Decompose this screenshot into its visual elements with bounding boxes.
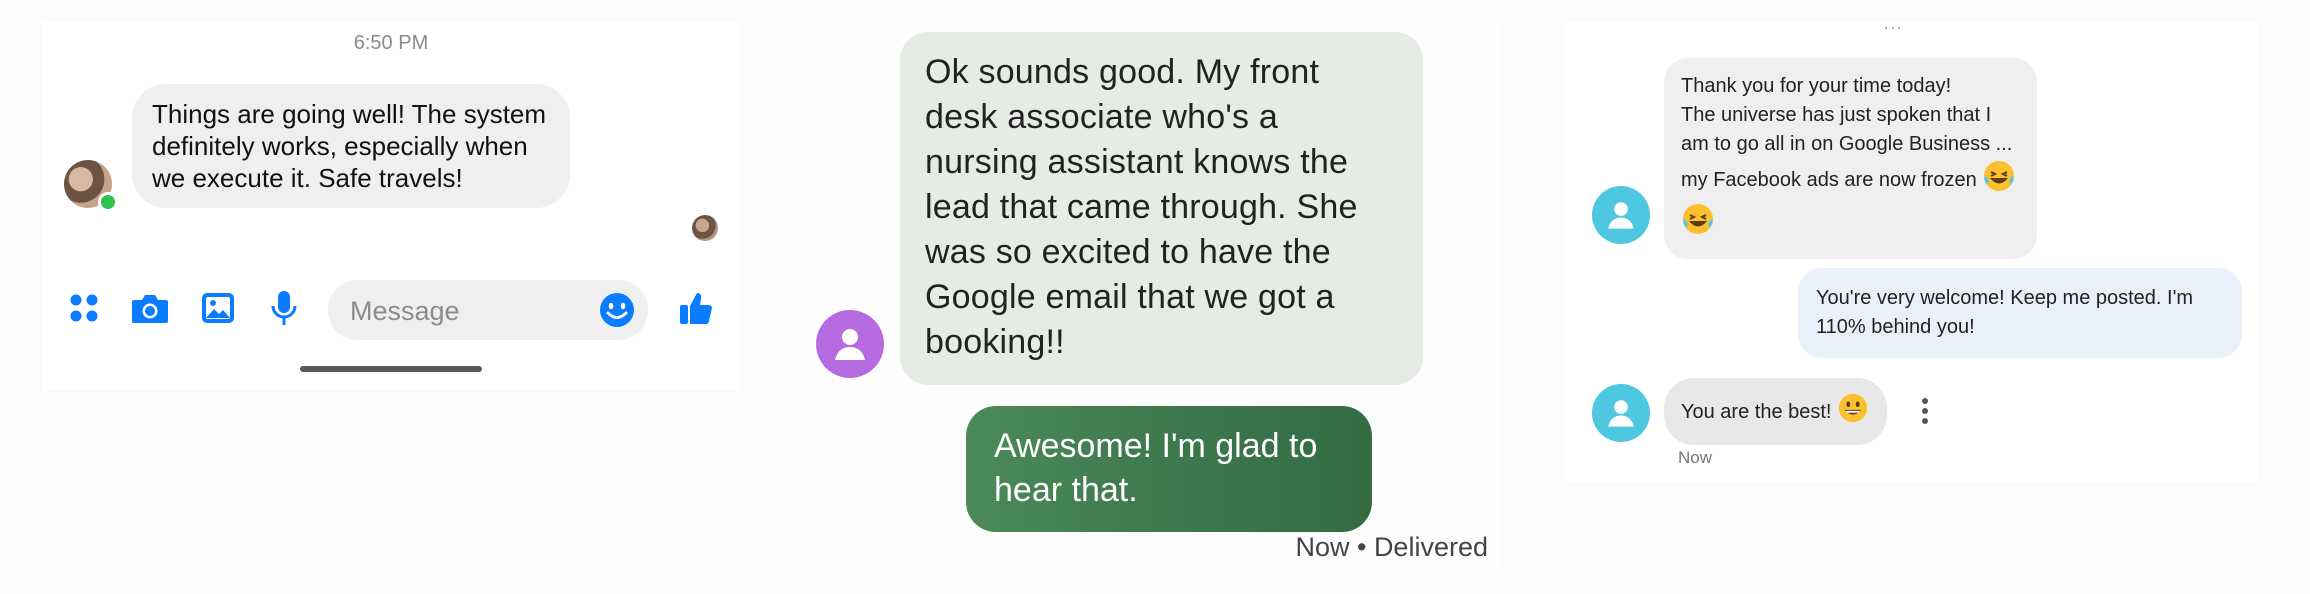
message-timestamp: Now — [1678, 448, 1713, 467]
menu-grid-icon[interactable] — [62, 286, 106, 330]
messenger-chat-panel: 6:50 PM Things are going well! The syste… — [42, 22, 740, 390]
message-line: The universe has just spoken that I — [1681, 104, 1992, 126]
message-timestamp: 6:50 PM — [353, 32, 429, 54]
person-icon — [835, 329, 865, 360]
message-line-emoji — [1681, 202, 2021, 245]
sms-chat-panel-large: Ok sounds good. My front desk associate … — [800, 22, 1500, 568]
gallery-icon[interactable] — [196, 286, 240, 330]
incoming-message-bubble[interactable]: Things are going well! The system defini… — [132, 84, 570, 208]
message-line: Thank you for your time today! — [1681, 75, 1952, 97]
truncated-timestamp: ... — [1884, 16, 1904, 33]
contact-avatar[interactable] — [816, 310, 884, 378]
sms-chat-panel-small: ... Thank you for your time today! The u… — [1564, 16, 2258, 482]
message-line: am to go all in on Google Business ... — [1681, 133, 2013, 155]
read-receipt-avatar — [692, 215, 718, 241]
message-input[interactable] — [348, 290, 592, 332]
composer-toolbar — [42, 274, 740, 344]
contact-avatar[interactable] — [1592, 384, 1650, 442]
message-line-with-emoji: my Facebook ads are now frozen — [1681, 159, 2021, 202]
outgoing-message-bubble[interactable]: You're very welcome! Keep me posted. I'm… — [1798, 268, 2242, 358]
camera-icon[interactable] — [128, 286, 172, 330]
delivery-status: Now • Delivered — [1295, 532, 1488, 562]
message-input-container[interactable] — [328, 280, 648, 340]
message-line: my Facebook ads are now frozen — [1681, 168, 1977, 191]
incoming-message-bubble[interactable]: Thank you for your time today! The unive… — [1664, 58, 2037, 259]
microphone-icon[interactable] — [262, 286, 306, 330]
emoji-icon[interactable] — [598, 291, 636, 329]
contact-avatar[interactable] — [1592, 186, 1650, 244]
message-text: You are the best! — [1681, 400, 1832, 423]
home-indicator — [300, 366, 482, 372]
person-icon — [1608, 202, 1634, 229]
thumbs-up-icon[interactable] — [674, 286, 718, 330]
outgoing-message-bubble[interactable]: Awesome! I'm glad to hear that. — [966, 406, 1372, 532]
laughing-tears-emoji — [1681, 202, 1715, 245]
incoming-message-bubble[interactable]: You are the best! — [1664, 378, 1888, 445]
person-icon — [1608, 400, 1634, 427]
online-status-dot — [98, 192, 118, 212]
incoming-message-bubble[interactable]: Ok sounds good. My front desk associate … — [900, 32, 1423, 385]
laughing-tears-emoji — [1982, 159, 2016, 202]
more-options-icon[interactable] — [1920, 396, 1930, 426]
grinning-emoji — [1837, 392, 1869, 433]
